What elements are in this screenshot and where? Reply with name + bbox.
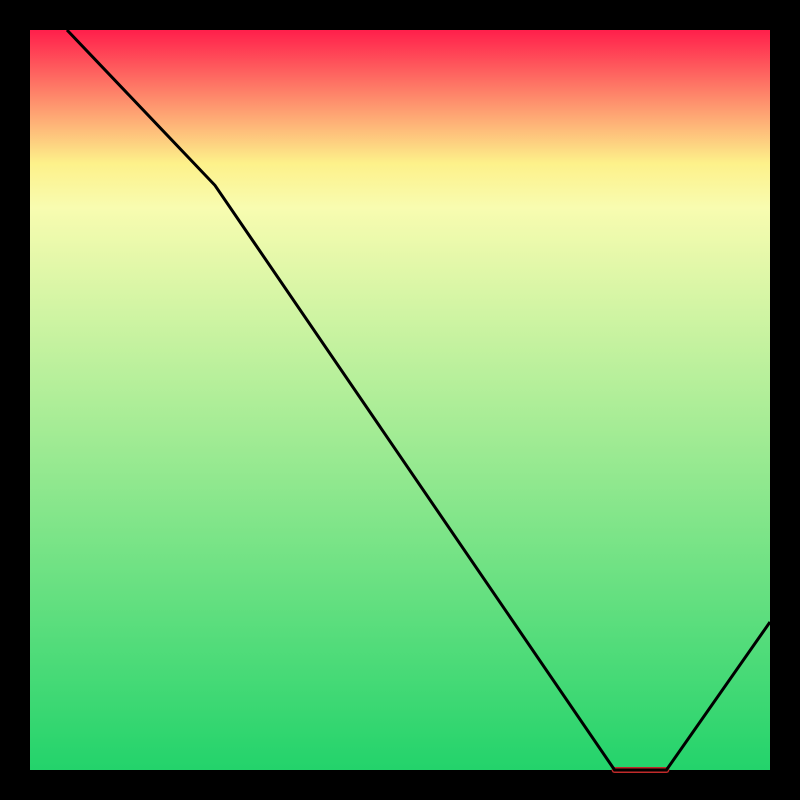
chart-root: TheBottleneck.com	[0, 0, 800, 800]
plot-area	[30, 30, 770, 770]
chart-svg	[0, 0, 800, 800]
